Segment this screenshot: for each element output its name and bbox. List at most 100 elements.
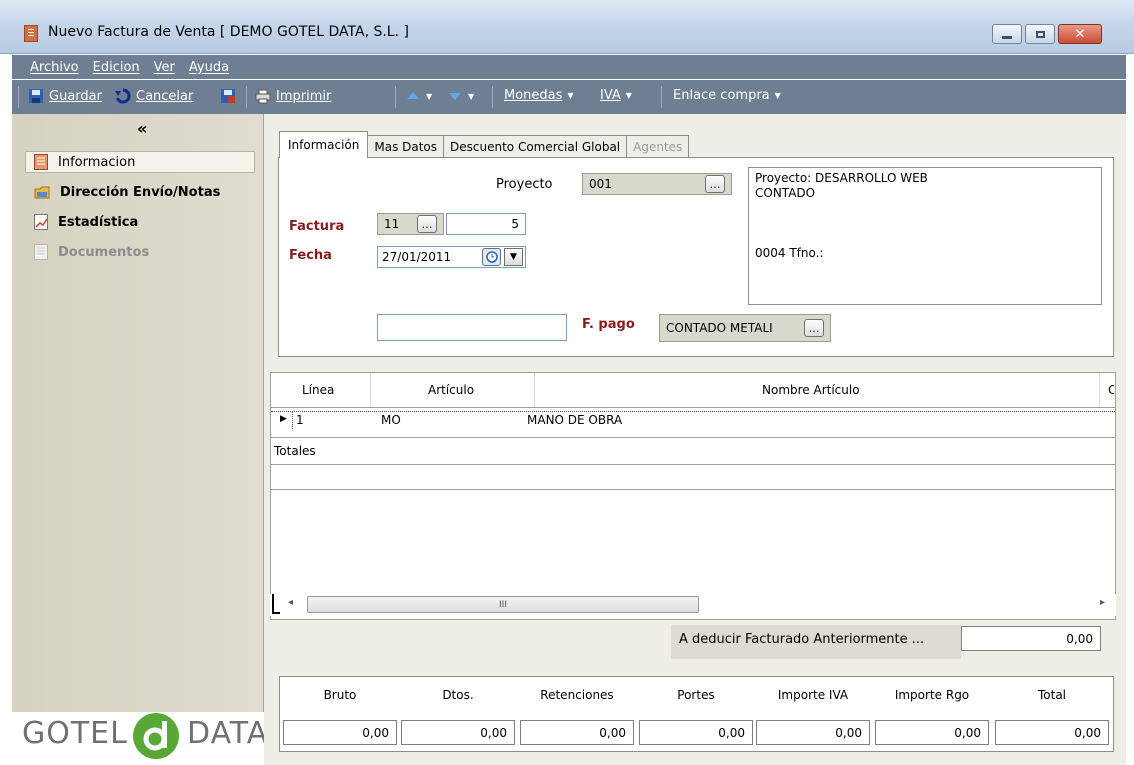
scroll-left-icon[interactable]: ◂ — [288, 597, 293, 608]
document-icon — [34, 244, 48, 260]
save-as-icon — [221, 89, 235, 103]
sidebar-item-documentos[interactable]: Documentos — [26, 241, 256, 263]
chevron-down-icon: ▼ — [426, 91, 433, 101]
chevron-down-icon: ▼ — [567, 91, 574, 100]
column-header-linea[interactable]: Línea — [302, 383, 334, 397]
total-header-dtos: Dtos. — [442, 688, 474, 702]
floppy-disk-icon — [29, 89, 43, 103]
chevron-down-icon: ▼ — [625, 91, 632, 100]
tab-descuento-comercial-global[interactable]: Descuento Comercial Global — [443, 135, 628, 157]
factura-serie-field[interactable]: 11 … — [377, 213, 444, 235]
total-bruto-field[interactable]: 0,00 — [283, 720, 397, 745]
document-icon — [24, 25, 38, 42]
arrow-down-icon — [449, 93, 461, 100]
cell-linea[interactable]: 1 — [296, 413, 304, 427]
total-header-retenciones: Retenciones — [540, 688, 614, 702]
folder-note-icon — [34, 186, 50, 199]
fpago-value: CONTADO METALI — [666, 321, 773, 335]
total-header-importe-rgo: Importe Rgo — [894, 688, 970, 702]
cancel-button[interactable]: Cancelar — [115, 88, 193, 104]
total-total-field[interactable]: 0,00 — [995, 720, 1109, 745]
collapse-sidebar-button[interactable]: « — [137, 119, 147, 138]
vat-menu[interactable]: IVA ▼ — [600, 88, 632, 103]
menu-ver[interactable]: Ver — [154, 60, 175, 75]
company-logo: GOTEL DATA — [12, 712, 267, 765]
column-header-cantidad[interactable]: C — [1108, 383, 1114, 397]
minimize-icon — [1002, 35, 1012, 39]
sidebar-item-label: Informacion — [58, 154, 136, 170]
currencies-menu[interactable]: Monedas ▼ — [504, 88, 574, 103]
cell-nombre-articulo[interactable]: MANO DE OBRA — [527, 413, 622, 427]
menu-edicion[interactable]: Edicion — [93, 60, 140, 75]
menu-archivo[interactable]: Archivo — [30, 60, 79, 75]
total-portes-field[interactable]: 0,00 — [639, 720, 753, 745]
undo-icon — [115, 88, 131, 104]
dropdown-arrow-icon[interactable]: ▼ — [504, 248, 523, 266]
total-header-total: Total — [1037, 688, 1067, 702]
logo-text-right: DATA — [187, 716, 269, 751]
fecha-field[interactable]: 27/01/2011 ▼ — [377, 246, 526, 268]
title-bar: Nuevo Factura de Venta [ DEMO GOTEL DATA… — [0, 0, 1134, 54]
logo-mark-icon — [133, 713, 179, 759]
scroll-thumb[interactable]: III — [307, 596, 699, 613]
save-button[interactable]: Guardar — [28, 88, 102, 104]
calendar-clock-icon[interactable] — [482, 248, 501, 266]
row-pointer-icon: ▶ — [280, 414, 287, 424]
total-retenciones-field[interactable]: 0,00 — [520, 720, 634, 745]
proyecto-label: Proyecto — [496, 177, 553, 192]
sidebar-item-estadistica[interactable]: Estadística — [26, 211, 256, 233]
total-importe-rgo-field[interactable]: 0,00 — [875, 720, 989, 745]
close-icon: ✕ — [1074, 26, 1086, 42]
purchase-link-menu[interactable]: Enlace compra ▼ — [673, 88, 781, 103]
fpago-field[interactable]: CONTADO METALI … — [659, 314, 831, 342]
print-button[interactable]: Imprimir — [255, 88, 331, 104]
navigate-up-button[interactable]: ▼ — [405, 88, 432, 104]
tab-agentes[interactable]: Agentes — [626, 135, 690, 157]
fecha-label: Fecha — [289, 248, 332, 263]
tab-mas-datos[interactable]: Mas Datos — [367, 135, 445, 157]
cancel-label: Cancelar — [136, 88, 194, 104]
sidebar-item-label: Documentos — [58, 244, 150, 260]
project-details-line: CONTADO — [755, 186, 816, 200]
navigate-down-button[interactable]: ▼ — [447, 88, 474, 104]
cell-articulo[interactable]: MO — [381, 413, 401, 427]
extra-text-field[interactable] — [377, 314, 567, 341]
deduct-value-field[interactable]: 0,00 — [961, 626, 1101, 651]
save-label: Guardar — [49, 88, 102, 104]
window-title: Nuevo Factura de Venta [ DEMO GOTEL DATA… — [48, 24, 409, 40]
fecha-value: 27/01/2011 — [382, 250, 452, 264]
total-header-bruto: Bruto — [323, 688, 357, 702]
project-details-line: 0004 Tfno.: — [755, 246, 824, 260]
proyecto-lookup-button[interactable]: … — [705, 175, 725, 193]
sidebar-item-informacion[interactable]: Informacion — [25, 151, 255, 173]
menu-ayuda[interactable]: Ayuda — [189, 60, 229, 75]
scroll-right-icon[interactable]: ▸ — [1100, 597, 1105, 608]
proyecto-field[interactable]: 001 … — [582, 173, 732, 195]
column-header-nombre-articulo[interactable]: Nombre Artículo — [762, 383, 860, 397]
fpago-lookup-button[interactable]: … — [804, 319, 824, 337]
close-button[interactable]: ✕ — [1058, 24, 1102, 44]
tab-informacion[interactable]: Información — [279, 131, 369, 158]
total-importe-iva-field[interactable]: 0,00 — [756, 720, 870, 745]
fpago-label: F. pago — [582, 317, 635, 332]
project-details-box: Proyecto: DESARROLLO WEB CONTADO 0004 Tf… — [748, 167, 1102, 305]
total-header-portes: Portes — [677, 688, 715, 702]
horizontal-scrollbar[interactable]: ◂ III ▸ — [270, 594, 1116, 616]
tab-strip: Información Mas Datos Descuento Comercia… — [279, 131, 690, 158]
print-label: Imprimir — [276, 88, 332, 104]
sidebar-item-direccion[interactable]: Dirección Envío/Notas — [26, 181, 256, 203]
project-details-line — [755, 201, 1095, 216]
proyecto-value: 001 — [589, 177, 612, 191]
column-header-articulo[interactable]: Artículo — [428, 383, 474, 397]
total-dtos-field[interactable]: 0,00 — [401, 720, 515, 745]
printer-icon — [255, 89, 271, 104]
menu-bar: Archivo Edicion Ver Ayuda — [12, 55, 1126, 79]
factura-serie-value: 11 — [384, 217, 400, 231]
factura-serie-lookup-button[interactable]: … — [417, 215, 437, 233]
maximize-button[interactable] — [1025, 24, 1055, 44]
purchase-link-label: Enlace compra — [673, 88, 770, 103]
factura-numero-field[interactable]: 5 — [446, 213, 526, 235]
save-as-button[interactable] — [220, 88, 236, 104]
minimize-button[interactable] — [992, 24, 1022, 44]
sidebar-item-label: Estadística — [58, 214, 139, 230]
